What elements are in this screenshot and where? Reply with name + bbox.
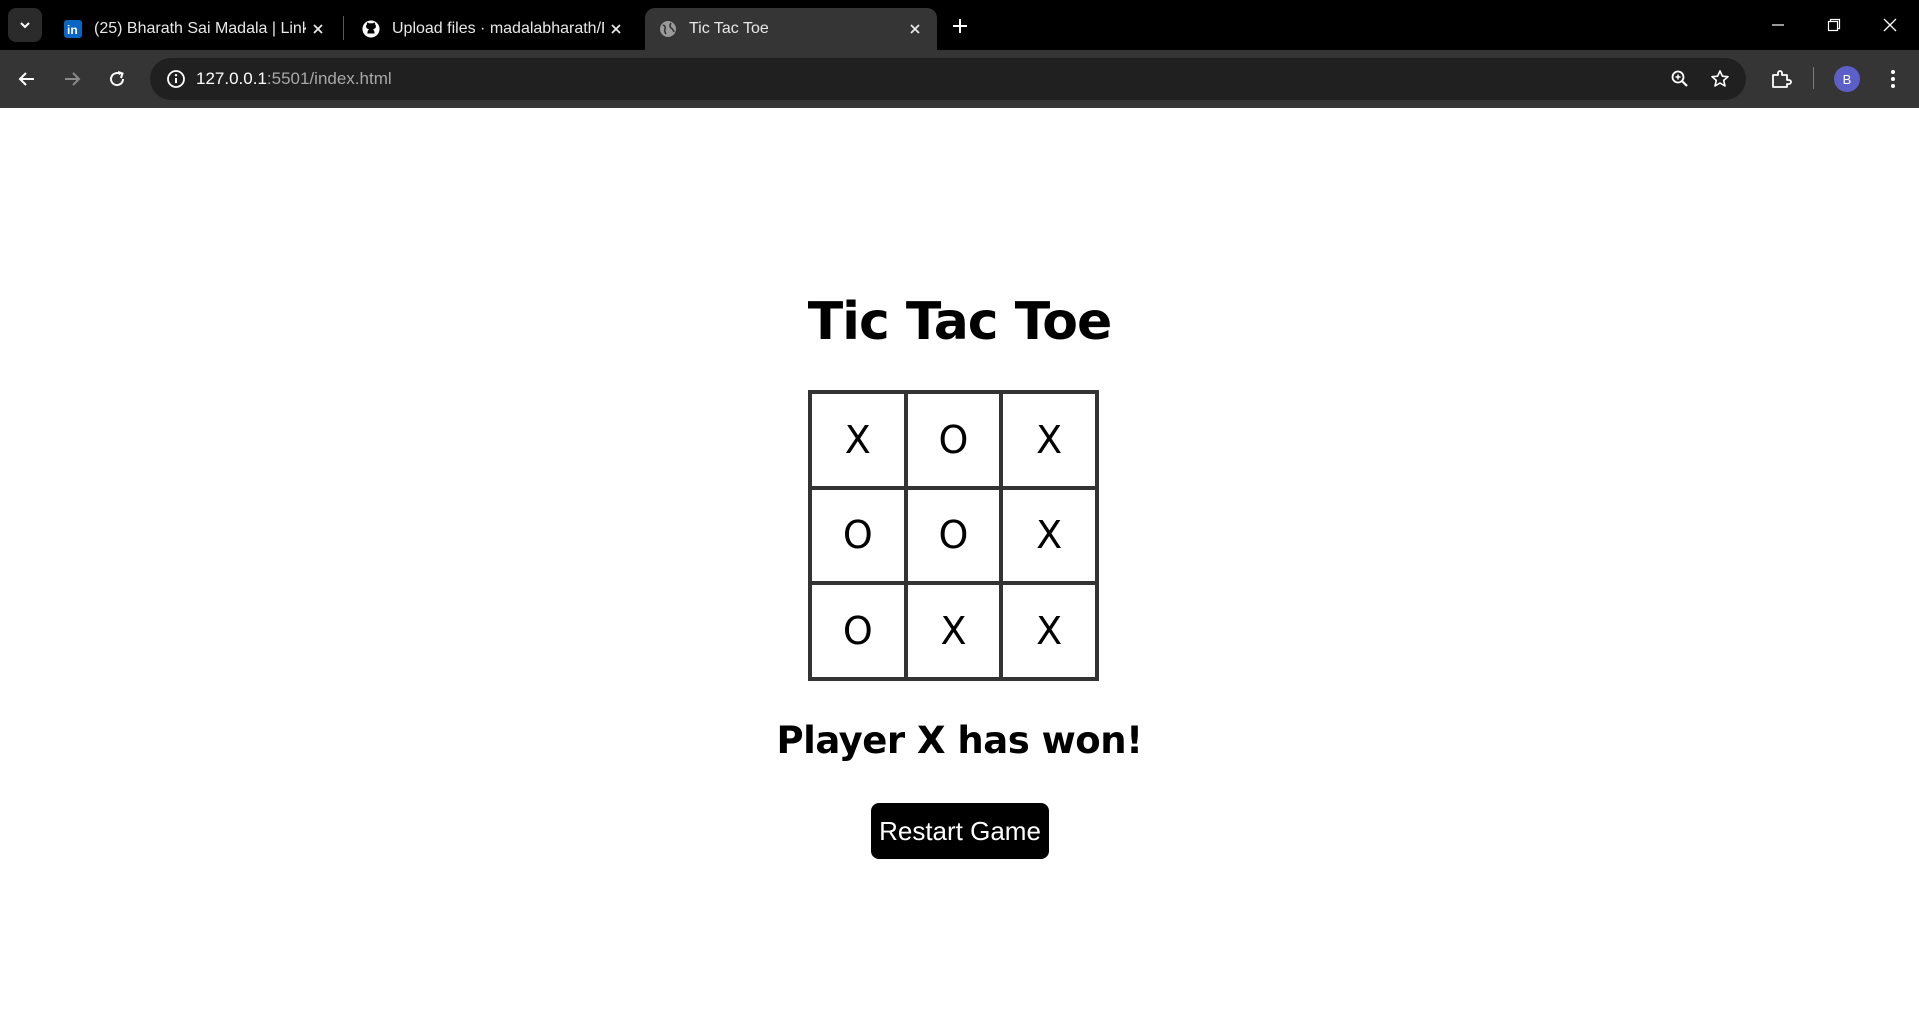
board-cell[interactable]: O bbox=[905, 487, 1002, 584]
board-cell[interactable]: O bbox=[905, 392, 1002, 488]
board-cell[interactable]: X bbox=[1001, 487, 1097, 584]
url-path: :5501/index.html bbox=[266, 69, 392, 88]
svg-text:in: in bbox=[67, 23, 78, 37]
more-vert-icon bbox=[1891, 70, 1895, 88]
game-board: X O X O O X O X X bbox=[808, 390, 1099, 681]
close-icon bbox=[1883, 18, 1897, 32]
board-cell[interactable]: O bbox=[810, 583, 906, 679]
arrow-right-icon bbox=[65, 72, 81, 86]
close-icon[interactable] bbox=[903, 17, 927, 41]
minimize-button[interactable] bbox=[1750, 0, 1806, 50]
menu-button[interactable] bbox=[1876, 62, 1910, 96]
board-cell[interactable]: X bbox=[810, 392, 906, 488]
tab-title: Upload files · madalabharath/PRODIGY bbox=[392, 20, 604, 37]
back-button[interactable] bbox=[10, 62, 44, 96]
reload-button[interactable] bbox=[100, 62, 134, 96]
toolbar-separator bbox=[1813, 67, 1814, 89]
tab-title: Tic Tac Toe bbox=[689, 20, 769, 37]
extensions-button[interactable] bbox=[1764, 62, 1798, 96]
board-cell[interactable]: X bbox=[1001, 392, 1097, 488]
github-icon bbox=[362, 20, 380, 38]
tab-linkedin[interactable]: in (25) Bharath Sai Madala | LinkedIn bbox=[50, 8, 340, 50]
restore-button[interactable] bbox=[1806, 0, 1862, 50]
tab-search-button[interactable] bbox=[8, 8, 42, 42]
puzzle-icon bbox=[1772, 70, 1792, 88]
page-title: Tic Tac Toe bbox=[807, 292, 1113, 352]
tab-separator bbox=[343, 16, 344, 40]
tab-title: (25) Bharath Sai Madala | LinkedIn bbox=[94, 20, 306, 37]
close-icon[interactable] bbox=[604, 17, 628, 41]
tab-github[interactable]: Upload files · madalabharath/PRODIGY bbox=[348, 8, 638, 50]
zoom-icon[interactable] bbox=[1666, 65, 1694, 93]
new-tab-button[interactable] bbox=[946, 12, 974, 40]
game-status: Player X has won! bbox=[776, 719, 1143, 762]
page-content: Tic Tac Toe X O X O O X O X X Player X h… bbox=[0, 108, 1919, 1016]
browser-tab-bar: in (25) Bharath Sai Madala | LinkedIn Up… bbox=[0, 0, 1919, 50]
close-icon[interactable] bbox=[306, 17, 330, 41]
profile-button[interactable]: B bbox=[1830, 62, 1864, 96]
linkedin-icon: in bbox=[64, 20, 82, 38]
minimize-icon bbox=[1772, 24, 1784, 26]
plus-icon bbox=[953, 19, 967, 33]
address-bar[interactable]: 127.0.0.1:5501/index.html bbox=[150, 58, 1746, 100]
restore-icon bbox=[1827, 18, 1841, 32]
restart-button[interactable]: Restart Game bbox=[871, 803, 1049, 859]
info-icon[interactable] bbox=[160, 63, 192, 95]
board-cell[interactable]: X bbox=[905, 583, 1002, 679]
reload-icon bbox=[110, 71, 125, 87]
globe-icon bbox=[659, 20, 677, 38]
chevron-down-icon bbox=[20, 22, 30, 29]
board-cell[interactable]: X bbox=[1001, 583, 1097, 679]
bookmark-star-icon[interactable] bbox=[1706, 65, 1734, 93]
address-url[interactable]: 127.0.0.1:5501/index.html bbox=[196, 58, 392, 100]
url-host: 127.0.0.1 bbox=[196, 69, 267, 88]
browser-toolbar: 127.0.0.1:5501/index.html B bbox=[0, 50, 1919, 108]
forward-button[interactable] bbox=[55, 62, 89, 96]
close-window-button[interactable] bbox=[1862, 0, 1918, 50]
avatar: B bbox=[1834, 66, 1860, 92]
arrow-left-icon bbox=[18, 72, 34, 86]
board-cell[interactable]: O bbox=[810, 487, 906, 584]
tab-tic-tac-toe[interactable]: Tic Tac Toe bbox=[645, 8, 937, 50]
